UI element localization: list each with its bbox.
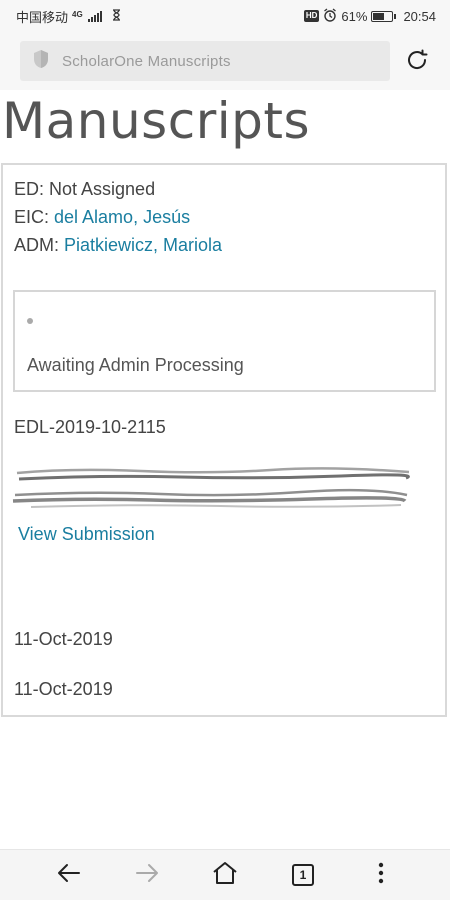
carrier-name: 中国移动	[16, 9, 69, 25]
status-box: Awaiting Admin Processing	[13, 290, 436, 392]
page-title: Manuscripts	[2, 92, 311, 150]
shield-icon	[32, 49, 50, 74]
forward-button[interactable]	[127, 855, 167, 895]
adm-label: ADM:	[14, 235, 65, 255]
eic-row: EIC: del Alamo, Jesús	[14, 207, 190, 228]
url-text: ScholarOne Manuscripts	[62, 52, 231, 70]
browser-toolbar: ScholarOne Manuscripts	[0, 32, 450, 90]
status-dot-icon	[27, 318, 33, 324]
status-text: Awaiting Admin Processing	[27, 355, 244, 375]
more-vert-icon	[378, 862, 384, 889]
adm-row: ADM: Piatkiewicz, Mariola	[14, 235, 222, 256]
eic-link[interactable]: del Alamo, Jesús	[54, 207, 190, 227]
ed-value: Not Assigned	[49, 179, 156, 199]
forward-arrow-icon	[135, 863, 159, 888]
alarm-icon	[323, 7, 337, 25]
reload-button[interactable]	[404, 49, 430, 75]
hourglass-icon	[112, 8, 121, 24]
hd-icon: HD	[303, 10, 320, 22]
tabs-button[interactable]: 1	[283, 855, 323, 895]
tab-count: 1	[292, 864, 314, 886]
view-submission-link[interactable]: View Submission	[18, 524, 155, 545]
network-type: 4G	[72, 9, 83, 19]
back-button[interactable]	[49, 855, 89, 895]
url-bar[interactable]: ScholarOne Manuscripts	[20, 41, 390, 81]
battery-icon	[371, 10, 397, 22]
redacted-title	[11, 465, 411, 515]
battery-percent: 61%	[341, 8, 368, 24]
clock-time: 20:54	[403, 8, 436, 24]
status-right: HD 61% 20:54	[303, 7, 436, 25]
home-icon	[212, 861, 238, 890]
menu-button[interactable]	[361, 855, 401, 895]
adm-link[interactable]: Piatkiewicz, Mariola	[64, 235, 222, 255]
date-updated: 11-Oct-2019	[14, 679, 113, 699]
browser-bottom-nav: 1	[0, 849, 450, 900]
status-bar: 中国移动 4G HD 61% 20:54	[0, 0, 450, 32]
manuscript-id: EDL-2019-10-2115	[14, 417, 166, 437]
manuscript-card: ED: Not Assigned EIC: del Alamo, Jesús A…	[1, 163, 447, 717]
reload-icon	[405, 48, 429, 77]
date-submitted: 11-Oct-2019	[14, 629, 113, 649]
ed-label: ED:	[14, 179, 50, 199]
status-left: 中国移动 4G	[16, 7, 121, 26]
ed-row: ED: Not Assigned	[14, 179, 155, 200]
back-arrow-icon	[57, 863, 81, 888]
signal-icon	[87, 10, 102, 22]
home-button[interactable]	[205, 855, 245, 895]
eic-label: EIC:	[14, 207, 55, 227]
